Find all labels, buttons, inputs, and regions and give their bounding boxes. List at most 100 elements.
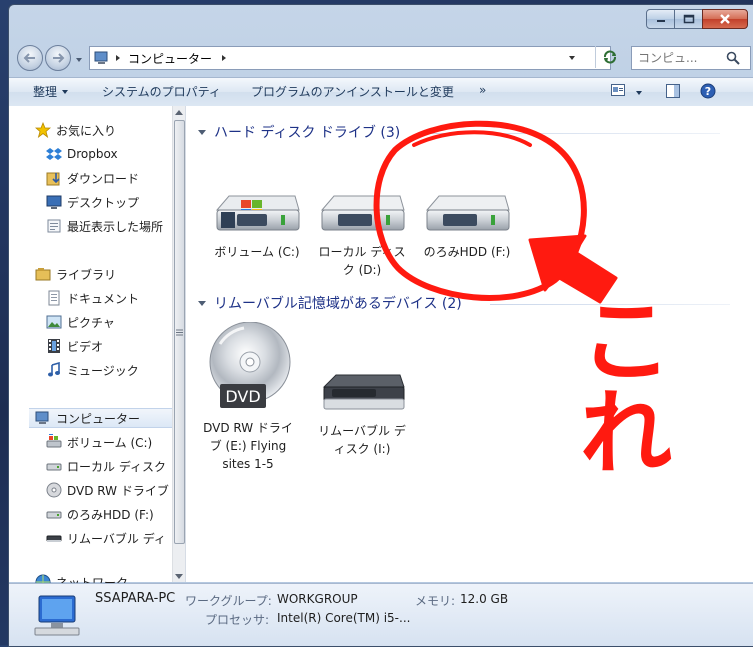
breadcrumb-arrow-icon[interactable]: [220, 54, 228, 62]
nav-label: ローカル ディスク: [67, 459, 166, 474]
forward-arrow-icon: [53, 53, 65, 63]
preview-pane-icon: [666, 84, 680, 98]
computer-large-icon: [34, 595, 80, 636]
nav-label: ピクチャ: [67, 315, 115, 330]
organize-button[interactable]: 整理: [33, 83, 69, 100]
windows-drive-icon: [46, 434, 62, 450]
nav-label: DVD RW ドライブ: [67, 483, 169, 498]
desktop-icon: [46, 194, 62, 210]
scroll-up-arrow[interactable]: [175, 110, 183, 115]
nav-label: ミュージック: [67, 363, 139, 378]
memory-label: メモリ:: [415, 594, 456, 608]
workgroup-label: ワークグループ:: [185, 594, 272, 608]
uninstall-programs-button[interactable]: プログラムのアンインストールと変更: [251, 83, 454, 100]
system-properties-button[interactable]: システムのプロパティ: [102, 83, 221, 100]
nav-label: のろみHDD (F:): [67, 507, 154, 522]
annotation-text: これ: [580, 288, 672, 487]
recent-pages-dropdown[interactable]: [75, 53, 83, 62]
minimize-button[interactable]: [646, 9, 675, 29]
computer-icon: [35, 410, 51, 426]
command-bar: 整理 システムのプロパティ プログラムのアンインストールと変更 » ?: [9, 77, 753, 107]
nav-label: リムーバブル ディ: [67, 531, 166, 546]
collapse-icon: [198, 129, 206, 135]
close-button[interactable]: [702, 9, 748, 29]
back-button[interactable]: [17, 45, 43, 71]
nav-label: デスクトップ: [67, 195, 140, 210]
memory-value: 12.0 GB: [460, 592, 509, 606]
group-header-hdd[interactable]: ハード ディスク ドライブ (3): [198, 122, 400, 142]
workgroup-value: WORKGROUP: [277, 592, 358, 606]
hard-drive-icon: [425, 195, 510, 231]
nav-label: ライブラリ: [56, 267, 117, 282]
group-divider: [420, 133, 720, 134]
breadcrumb-arrow-icon: [116, 55, 120, 61]
nav-label: ドキュメント: [67, 291, 140, 306]
drive-label: のろみHDD (F:): [423, 245, 511, 259]
drive-tile-e[interactable]: DVD DVD RW ドライ ブ (E:) Flying sites 1-5: [198, 321, 298, 473]
scroll-down-arrow[interactable]: [175, 574, 183, 579]
forward-button[interactable]: [45, 45, 71, 71]
details-pane: SSAPARA-PC ワークグループ: WORKGROUP メモリ: 12.0 …: [9, 583, 753, 646]
nav-label: Dropbox: [67, 147, 118, 161]
collapse-icon: [198, 300, 206, 306]
breadcrumb-computer[interactable]: コンピューター: [128, 50, 212, 67]
view-icon: [611, 84, 625, 96]
drive-label: リムーバブル デ: [318, 424, 406, 438]
maximize-icon: [683, 14, 694, 24]
caption-buttons: [646, 9, 748, 29]
nav-label: ビデオ: [67, 339, 104, 354]
more-commands-button[interactable]: »: [479, 83, 486, 97]
preview-pane-button[interactable]: [665, 83, 681, 102]
pictures-icon: [46, 314, 62, 330]
drive-tile-d[interactable]: ローカル ディス ク (D:): [312, 188, 412, 279]
library-icon: [35, 266, 51, 282]
view-options-dropdown[interactable]: [635, 86, 643, 100]
change-view-button[interactable]: [611, 84, 625, 99]
maximize-button[interactable]: [674, 9, 703, 29]
dvd-drive-icon: DVD: [209, 321, 291, 408]
help-icon: ?: [700, 83, 716, 99]
drive-label: sites 1-5: [222, 457, 274, 471]
help-button[interactable]: ?: [700, 83, 716, 102]
address-dropdown-icon[interactable]: [568, 54, 576, 62]
nav-label: 最近表示した場所: [67, 219, 164, 234]
drive-tile-i[interactable]: リムーバブル デ ィスク (I:): [312, 369, 412, 458]
drive-label: DVD RW ドライ: [203, 421, 293, 435]
drive-tile-f[interactable]: のろみHDD (F:): [417, 188, 517, 261]
group-header-removable[interactable]: リムーバブル記憶域があるデバイス (2): [198, 293, 462, 313]
search-icon[interactable]: [726, 51, 740, 65]
processor-label: プロセッサ:: [205, 613, 270, 627]
chevron-down-icon: [636, 91, 642, 95]
drive-label: ボリューム (C:): [214, 245, 300, 259]
address-bar[interactable]: コンピューター: [89, 46, 611, 70]
scroll-thumb[interactable]: [174, 120, 185, 544]
group-title: ハード ディスク ドライブ (3): [214, 125, 401, 141]
minimize-icon: [656, 20, 665, 22]
dropbox-icon: [46, 146, 62, 162]
refresh-icon: [604, 50, 616, 64]
chevron-down-icon: [61, 90, 68, 94]
group-title: リムーバブル記憶域があるデバイス (2): [214, 296, 462, 312]
nav-label: コンピューター: [56, 411, 141, 426]
drive-label: ィスク (I:): [333, 442, 391, 456]
search-box[interactable]: [631, 46, 751, 70]
navigation-scrollbar[interactable]: [172, 106, 186, 582]
hard-drive-icon: [46, 506, 62, 522]
downloads-folder-icon: [46, 170, 62, 186]
address-row: コンピューター: [9, 41, 753, 75]
drive-tile-c[interactable]: ボリューム (C:): [207, 188, 307, 261]
windows-drive-icon: [215, 195, 300, 231]
hard-drive-icon: [320, 195, 405, 231]
refresh-button[interactable]: [595, 46, 624, 68]
music-icon: [46, 362, 62, 378]
hard-drive-icon: [46, 458, 62, 474]
search-input[interactable]: [636, 50, 726, 66]
drive-label: ブ (E:) Flying: [209, 439, 287, 453]
dvd-drive-icon: [46, 482, 62, 498]
nav-computer[interactable]: コンピューター: [29, 408, 172, 428]
svg-text:?: ?: [705, 85, 711, 98]
nav-label: お気に入り: [56, 123, 117, 138]
removable-disk-icon: [322, 374, 405, 410]
documents-icon: [46, 290, 62, 306]
close-icon: [720, 14, 730, 24]
